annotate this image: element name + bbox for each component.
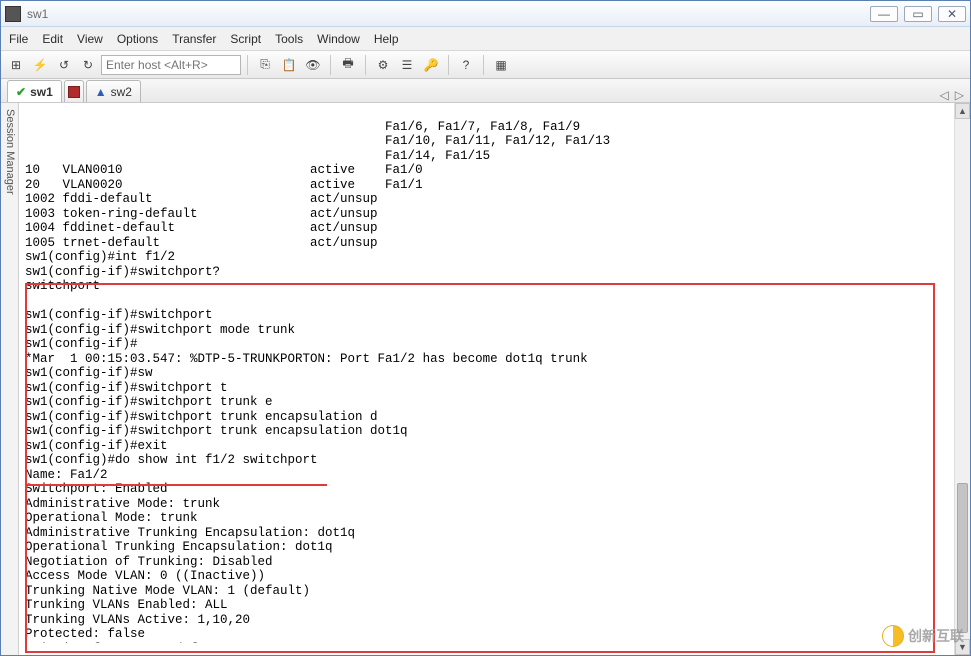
scroll-up-icon[interactable]: ▲ [955,103,970,119]
tab-sw2[interactable]: ▲ sw2 [86,80,141,102]
menu-script[interactable]: Script [230,32,261,46]
settings-icon[interactable]: ⚙ [372,54,394,76]
window-controls: — ▭ ✕ [870,6,966,22]
tab-scroll-left-icon[interactable]: ◁ [940,88,949,102]
check-icon: ✔ [16,85,26,99]
toolbar: ⊞ ⚡ ↺ ↻ ⎘ 📋 👁 🖶 ⚙ ☰ 🔑 ? ▦ [1,51,970,79]
menu-help[interactable]: Help [374,32,399,46]
tab-label: sw1 [30,85,53,99]
quick-connect-icon[interactable]: ⚡ [29,54,51,76]
window-title: sw1 [27,7,870,21]
separator [330,55,331,75]
watermark-text: 创新互联 [908,626,964,646]
watermark: 创新互联 [882,625,964,647]
tab-label: sw2 [111,85,132,99]
scroll-thumb[interactable] [957,483,968,633]
error-icon [68,86,80,98]
separator [247,55,248,75]
find-icon[interactable]: 👁 [302,54,324,76]
terminal-pane: Fa1/6, Fa1/7, Fa1/8, Fa1/9 Fa1/10, Fa1/1… [19,103,970,655]
tab-scroll-arrows: ◁ ▷ [940,88,964,102]
tab-sw1[interactable]: ✔ sw1 [7,80,62,102]
separator [483,55,484,75]
reconnect-icon[interactable]: ↺ [53,54,75,76]
copy-icon[interactable]: ⎘ [254,54,276,76]
connect-icon[interactable]: ⊞ [5,54,27,76]
key-icon[interactable]: 🔑 [420,54,442,76]
warn-icon: ▲ [95,85,107,99]
menu-edit[interactable]: Edit [42,32,63,46]
host-input[interactable] [101,55,241,75]
tile-icon[interactable]: ▦ [490,54,512,76]
menu-tools[interactable]: Tools [275,32,303,46]
scrollbar[interactable]: ▲ ▼ [954,103,970,655]
app-icon [5,6,21,22]
session-options-icon[interactable]: ☰ [396,54,418,76]
close-button[interactable]: ✕ [938,6,966,22]
separator [365,55,366,75]
minimize-button[interactable]: — [870,6,898,22]
menu-file[interactable]: File [9,32,28,46]
body: Session Manager Fa1/6, Fa1/7, Fa1/8, Fa1… [1,103,970,655]
menu-options[interactable]: Options [117,32,158,46]
session-manager-tab[interactable]: Session Manager [1,103,19,655]
menu-window[interactable]: Window [317,32,360,46]
maximize-button[interactable]: ▭ [904,6,932,22]
menu-transfer[interactable]: Transfer [172,32,216,46]
titlebar: sw1 — ▭ ✕ [1,1,970,27]
menu-view[interactable]: View [77,32,103,46]
tab-error-indicator[interactable] [64,80,84,102]
help-icon[interactable]: ? [455,54,477,76]
disconnect-icon[interactable]: ↻ [77,54,99,76]
app-window: sw1 — ▭ ✕ File Edit View Options Transfe… [0,0,971,656]
separator [448,55,449,75]
watermark-logo-icon [882,625,904,647]
session-tabstrip: ✔ sw1 ▲ sw2 ◁ ▷ [1,79,970,103]
paste-icon[interactable]: 📋 [278,54,300,76]
terminal-output[interactable]: Fa1/6, Fa1/7, Fa1/8, Fa1/9 Fa1/10, Fa1/1… [19,116,954,643]
tab-scroll-right-icon[interactable]: ▷ [955,88,964,102]
print-icon[interactable]: 🖶 [337,54,359,76]
menubar: File Edit View Options Transfer Script T… [1,27,970,51]
